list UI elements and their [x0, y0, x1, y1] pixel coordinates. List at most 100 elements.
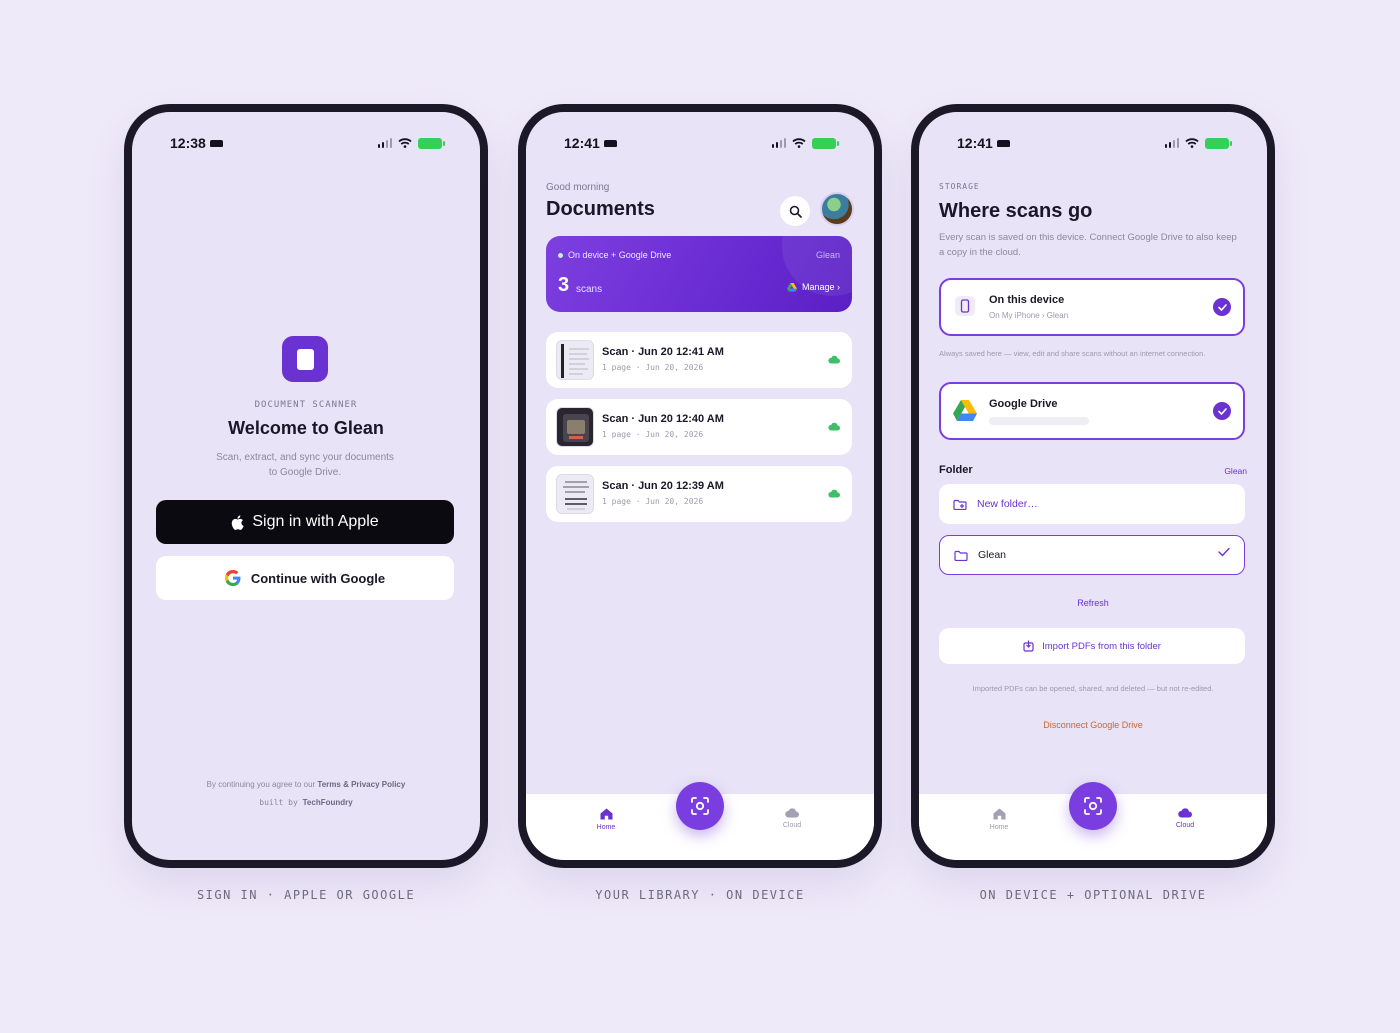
- scan-list-item[interactable]: Scan · Jun 20 12:41 AM 1 page · Jun 20, …: [546, 332, 852, 388]
- signal-icon: [377, 138, 392, 148]
- scan-fab-button[interactable]: [676, 782, 724, 830]
- built-brand: TechFoundry: [302, 798, 353, 807]
- scan-fab-button[interactable]: [1069, 782, 1117, 830]
- option-title: On this device: [989, 294, 1065, 306]
- search-button[interactable]: [780, 196, 810, 226]
- status-time: 12:41: [564, 135, 600, 151]
- scan-thumbnail: [556, 474, 594, 514]
- phone-sign-in: 12:38 DOCUMENT SCANNER Welcome to Glean …: [124, 104, 488, 868]
- section-kicker: STORAGE: [939, 182, 980, 191]
- scan-count-unit: scans: [576, 284, 603, 295]
- import-label: Import PDFs from this folder: [1042, 640, 1161, 652]
- refresh-link[interactable]: Refresh: [919, 598, 1267, 608]
- check-icon: [1213, 298, 1231, 316]
- status-bar: 12:38: [170, 134, 445, 152]
- scan-list-item[interactable]: Scan · Jun 20 12:40 AM 1 page · Jun 20, …: [546, 399, 852, 455]
- disconnect-drive-link[interactable]: Disconnect Google Drive: [919, 720, 1267, 730]
- new-folder-button[interactable]: New folder…: [939, 484, 1245, 524]
- google-g-icon: [224, 570, 241, 586]
- signal-icon: [771, 138, 786, 148]
- wifi-icon: [1185, 138, 1199, 148]
- phone-icon: [955, 296, 975, 316]
- google-button-label: Continue with Google: [250, 570, 386, 586]
- checkmark-icon: [1218, 547, 1230, 557]
- tab-home[interactable]: Home: [969, 808, 1029, 831]
- device-note: Always saved here — view, edit and share…: [939, 349, 1206, 358]
- phone-library: 12:41 Good morning Documents On device +…: [518, 104, 882, 868]
- car-icon: [996, 139, 1010, 147]
- check-icon: [1213, 402, 1231, 420]
- folder-icon: [954, 550, 968, 561]
- scan-list-item[interactable]: Scan · Jun 20 12:39 AM 1 page · Jun 20, …: [546, 466, 852, 522]
- folder-option-glean[interactable]: Glean: [939, 535, 1245, 575]
- storage-option-google-drive[interactable]: Google Drive: [939, 382, 1245, 440]
- built-prefix: built by: [259, 798, 303, 807]
- tab-home-label: Home: [596, 824, 616, 831]
- status-time: 12:41: [957, 135, 993, 151]
- tab-cloud[interactable]: Cloud: [1155, 808, 1215, 829]
- scan-title: Scan · Jun 20 12:41 AM: [602, 346, 724, 358]
- wifi-icon: [398, 138, 412, 148]
- legal-prefix: By continuing you agree to our: [206, 780, 318, 789]
- welcome-subtitle: Scan, extract, and sync your documents t…: [216, 452, 394, 478]
- storage-summary-card[interactable]: On device + Google Drive Glean 3 scans M…: [546, 236, 852, 312]
- page-title: Where scans go: [939, 200, 1093, 222]
- tab-cloud-label: Cloud: [782, 822, 802, 829]
- home-icon: [993, 808, 1005, 820]
- scan-title: Scan · Jun 20 12:39 AM: [602, 480, 724, 492]
- storage-location-label: On device + Google Drive: [568, 250, 672, 260]
- continue-google-button[interactable]: Continue with Google: [156, 556, 454, 600]
- scan-count: 3: [558, 274, 570, 296]
- avatar[interactable]: [820, 192, 854, 226]
- google-drive-icon: [786, 282, 797, 292]
- manage-label: Manage ›: [801, 282, 840, 292]
- cloud-synced-icon: [828, 422, 840, 431]
- folder-section-label: Folder: [939, 464, 973, 476]
- tab-home[interactable]: Home: [576, 808, 636, 831]
- folder-add-icon: [953, 499, 967, 510]
- scan-icon: [1084, 797, 1102, 815]
- screen: 12:38 DOCUMENT SCANNER Welcome to Glean …: [132, 112, 480, 860]
- sign-in-apple-button[interactable]: Sign in with Apple: [156, 500, 454, 544]
- folder-option-label: Glean: [978, 549, 1007, 561]
- status-bar: 12:41: [564, 134, 839, 152]
- battery-icon: [812, 137, 839, 149]
- built-by: built by TechFoundry: [132, 798, 480, 807]
- terms-link[interactable]: Terms & Privacy Policy: [317, 780, 405, 789]
- cloud-icon: [1178, 808, 1192, 818]
- home-icon: [600, 808, 612, 820]
- legal-text: By continuing you agree to our Terms & P…: [132, 780, 480, 789]
- wifi-icon: [792, 138, 806, 148]
- scan-meta: 1 page · Jun 20, 2026: [602, 363, 704, 372]
- tab-cloud-label: Cloud: [1175, 822, 1195, 829]
- option-title: Google Drive: [989, 398, 1058, 410]
- welcome-title: Welcome to Glean: [228, 418, 384, 438]
- caption-sign-in: SIGN IN · APPLE OR GOOGLE: [196, 888, 416, 902]
- folder-link[interactable]: Glean: [1224, 466, 1247, 476]
- folder-name: Glean: [815, 250, 840, 260]
- scan-meta: 1 page · Jun 20, 2026: [602, 497, 704, 506]
- option-meta: On My iPhone › Glean: [989, 311, 1069, 320]
- caption-storage: ON DEVICE + OPTIONAL DRIVE: [979, 888, 1207, 902]
- import-pdfs-button[interactable]: Import PDFs from this folder: [939, 628, 1245, 664]
- screen: 12:41 Good morning Documents On device +…: [526, 112, 874, 860]
- car-icon: [209, 139, 223, 147]
- app-logo: [282, 336, 328, 382]
- page-title: Documents: [546, 198, 655, 220]
- tab-home-label: Home: [989, 824, 1009, 831]
- scan-thumbnail: [556, 340, 594, 380]
- import-icon: [1023, 640, 1034, 652]
- phone-storage: 12:41 STORAGE Where scans go Every scan …: [911, 104, 1275, 868]
- tab-cloud[interactable]: Cloud: [762, 808, 822, 829]
- apple-icon: [232, 514, 244, 530]
- manage-link[interactable]: Manage ›: [786, 282, 840, 292]
- status-bar: 12:41: [957, 134, 1232, 152]
- page-description: Every scan is saved on this device. Conn…: [939, 232, 1237, 258]
- status-dot-icon: [558, 252, 563, 258]
- storage-location: On device + Google Drive: [558, 250, 671, 260]
- storage-option-device[interactable]: On this device On My iPhone › Glean: [939, 278, 1245, 336]
- new-folder-label: New folder…: [977, 498, 1038, 510]
- account-redacted: [989, 417, 1089, 425]
- cloud-synced-icon: [828, 355, 840, 364]
- import-note: Imported PDFs can be opened, shared, and…: [972, 684, 1214, 693]
